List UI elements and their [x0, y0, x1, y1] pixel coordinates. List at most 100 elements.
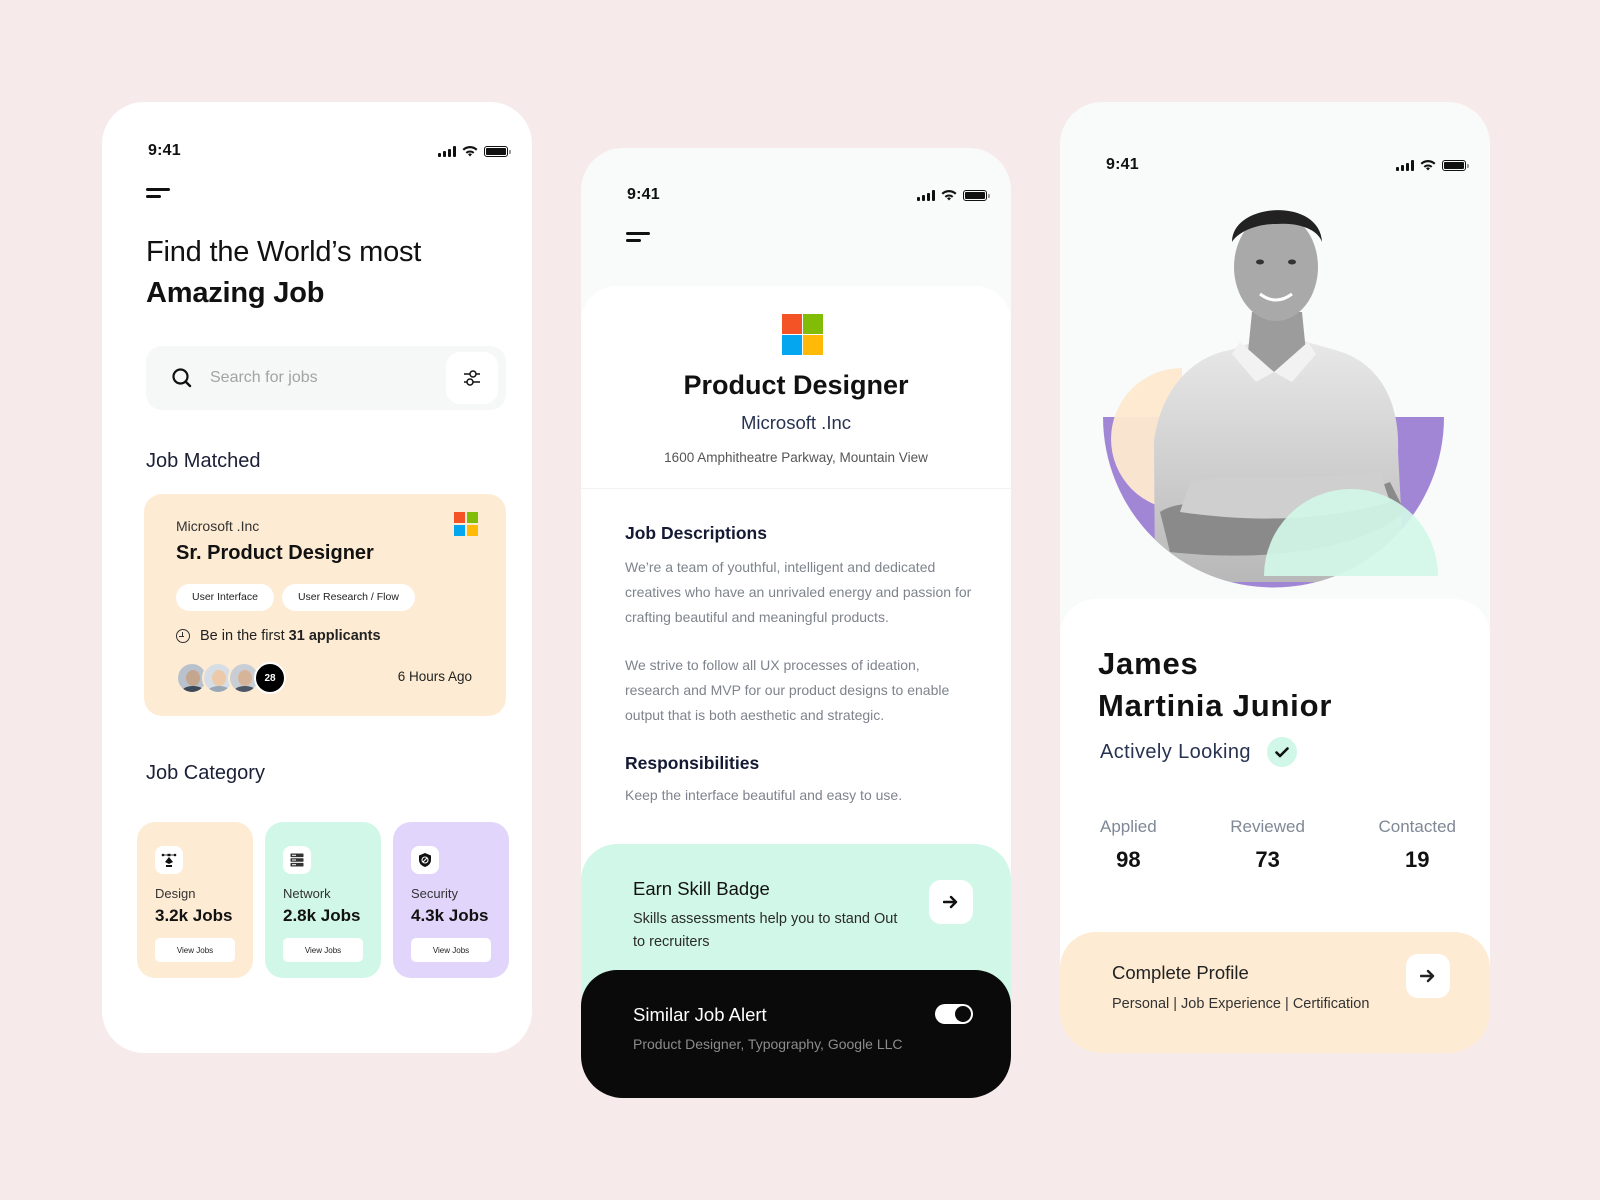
- job-category-list: Design 3.2k Jobs View Jobs Network 2.8k …: [137, 822, 509, 978]
- job-detail-screen: 9:41 Product Designer Microsoft .Inc 160…: [581, 148, 1011, 1098]
- clock-icon: [176, 629, 190, 643]
- job-tag[interactable]: User Interface: [176, 584, 274, 611]
- stat-applied: Applied 98: [1100, 817, 1157, 873]
- title-line-2: Amazing Job: [146, 277, 325, 309]
- shield-icon: [411, 846, 439, 874]
- job-matched-heading: Job Matched: [146, 450, 261, 472]
- stat-label: Contacted: [1378, 817, 1457, 836]
- last-name: Martinia Junior: [1098, 688, 1333, 723]
- applicants-info: Be in the first 31 applicants: [176, 628, 381, 644]
- view-jobs-button[interactable]: View Jobs: [155, 938, 235, 962]
- page-title: Find the World’s most Amazing Job: [146, 232, 421, 314]
- stat-label: Applied: [1100, 817, 1157, 836]
- more-applicants-badge: 28: [254, 662, 286, 694]
- job-alert-toggle[interactable]: [935, 1004, 973, 1024]
- status-bar: 9:41: [1106, 156, 1469, 174]
- menu-icon[interactable]: [146, 188, 170, 200]
- job-address: 1600 Amphitheatre Parkway, Mountain View: [664, 450, 928, 465]
- menu-icon[interactable]: [626, 232, 650, 244]
- stat-reviewed: Reviewed 73: [1230, 817, 1305, 873]
- arrow-right-icon: [943, 895, 958, 909]
- title-line-1: Find the World’s most: [146, 236, 422, 268]
- responsibilities-text: Keep the interface beautiful and easy to…: [625, 787, 903, 803]
- signal-icon: [917, 189, 935, 201]
- arrow-right-icon: [1420, 969, 1435, 983]
- complete-profile-subtitle: Personal | Job Experience | Certificatio…: [1112, 996, 1370, 1012]
- first-name: James: [1098, 646, 1199, 681]
- profile-screen: 9:41 James Martinia Junior Actively Look…: [1060, 102, 1490, 1053]
- category-count: 4.3k Jobs: [411, 906, 489, 925]
- microsoft-logo-icon: [454, 512, 478, 536]
- status-bar: 9:41: [148, 142, 511, 160]
- stat-label: Reviewed: [1230, 817, 1305, 836]
- status-time: 9:41: [148, 142, 181, 159]
- status-bar: 9:41: [627, 186, 990, 204]
- sliders-icon: [464, 370, 480, 386]
- profile-stats: Applied 98 Reviewed 73 Contacted 19: [1100, 817, 1456, 873]
- skill-badge-subtitle: Skills assessments help you to stand Out…: [633, 911, 898, 950]
- skill-badge-title: Earn Skill Badge: [633, 878, 770, 899]
- battery-icon: [484, 145, 511, 157]
- view-jobs-button[interactable]: View Jobs: [283, 938, 363, 962]
- category-count: 2.8k Jobs: [283, 906, 361, 925]
- complete-profile-title: Complete Profile: [1112, 962, 1249, 983]
- category-name: Security: [411, 886, 458, 901]
- job-category-heading: Job Category: [146, 762, 265, 784]
- status-time: 9:41: [1106, 156, 1139, 173]
- pen-tool-icon: [155, 846, 183, 874]
- category-card-security[interactable]: Security 4.3k Jobs View Jobs: [393, 822, 509, 978]
- job-status: Actively Looking: [1100, 737, 1297, 767]
- job-status-label: Actively Looking: [1100, 740, 1251, 763]
- complete-profile-card[interactable]: Complete Profile Personal | Job Experien…: [1060, 932, 1490, 1053]
- job-tag[interactable]: User Research / Flow: [281, 584, 415, 611]
- category-count: 3.2k Jobs: [155, 906, 233, 925]
- signal-icon: [1396, 159, 1414, 171]
- home-screen: 9:41 Find the World’s most Amazing Job J…: [102, 102, 532, 1053]
- category-card-network[interactable]: Network 2.8k Jobs View Jobs: [265, 822, 381, 978]
- job-matched-card[interactable]: Microsoft .Inc Sr. Product Designer User…: [144, 494, 506, 716]
- responsibilities-heading: Responsibilities: [625, 753, 760, 773]
- stat-value: 73: [1255, 847, 1280, 872]
- description-paragraph: We strive to follow all UX processes of …: [625, 657, 950, 723]
- battery-icon: [963, 189, 990, 201]
- category-card-design[interactable]: Design 3.2k Jobs View Jobs: [137, 822, 253, 978]
- applicant-avatars: 28: [176, 662, 286, 694]
- job-title: Product Designer: [683, 370, 909, 400]
- stat-value: 19: [1405, 847, 1430, 872]
- descriptions-heading: Job Descriptions: [625, 523, 767, 543]
- applicants-count: 31 applicants: [288, 628, 381, 644]
- stat-value: 98: [1116, 847, 1141, 872]
- job-title: Sr. Product Designer: [176, 542, 374, 564]
- search-bar: [146, 346, 506, 410]
- job-alert-subtitle: Product Designer, Typography, Google LLC: [633, 1036, 903, 1052]
- job-description-section: Job Descriptions We’re a team of youthfu…: [581, 488, 1011, 803]
- job-alert-title: Similar Job Alert: [633, 1004, 767, 1025]
- job-alert-card: Similar Job Alert Product Designer, Typo…: [581, 970, 1011, 1098]
- posted-time: 6 Hours Ago: [397, 669, 472, 684]
- battery-icon: [1442, 159, 1469, 171]
- skill-badge-arrow-button[interactable]: [929, 880, 973, 924]
- status-time: 9:41: [627, 186, 660, 203]
- search-icon: [170, 366, 194, 390]
- search-input[interactable]: [210, 369, 430, 387]
- category-name: Design: [155, 886, 196, 901]
- job-company: Microsoft .Inc: [176, 518, 260, 534]
- wifi-icon: [941, 190, 957, 201]
- job-tags: User Interface User Research / Flow: [176, 584, 415, 611]
- filter-button[interactable]: [446, 352, 498, 404]
- stat-contacted: Contacted 19: [1379, 817, 1457, 873]
- profile-name: James Martinia Junior: [1098, 643, 1332, 727]
- description-paragraph: We’re a team of youthful, intelligent an…: [625, 559, 972, 625]
- check-icon: [1266, 737, 1297, 767]
- wifi-icon: [1420, 160, 1436, 171]
- signal-icon: [438, 145, 456, 157]
- category-name: Network: [283, 886, 331, 901]
- complete-profile-arrow-button[interactable]: [1406, 954, 1450, 998]
- microsoft-logo-icon: [782, 314, 823, 355]
- server-icon: [283, 846, 311, 874]
- applicants-prefix: Be in the first: [200, 628, 285, 644]
- wifi-icon: [462, 146, 478, 157]
- job-company[interactable]: Microsoft .Inc: [581, 412, 1011, 434]
- view-jobs-button[interactable]: View Jobs: [411, 938, 491, 962]
- job-header: Product Designer Microsoft .Inc 1600 Amp…: [581, 286, 1011, 486]
